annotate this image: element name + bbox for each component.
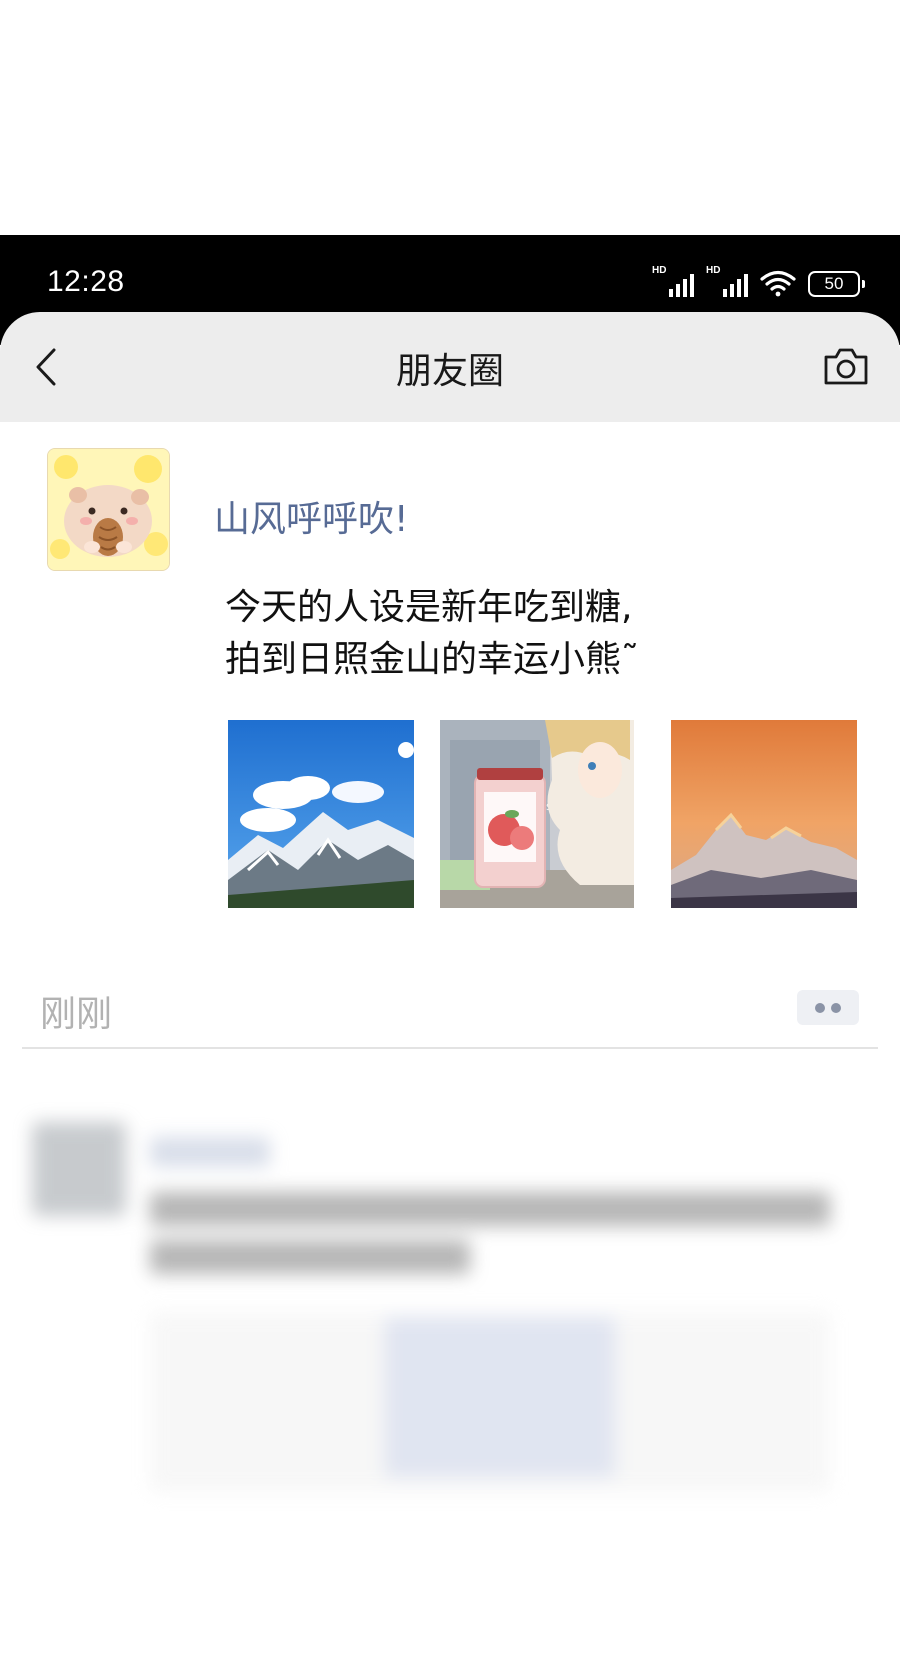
post-divider bbox=[22, 1047, 878, 1049]
post-text-line: 今天的人设是新年吃到糖, bbox=[225, 587, 633, 628]
hd-label: HD bbox=[706, 265, 721, 276]
top-blank-area bbox=[0, 0, 900, 235]
battery-icon: 50 bbox=[808, 271, 865, 297]
signal-icon: HD bbox=[652, 265, 694, 297]
hd-label: HD bbox=[652, 265, 667, 276]
post-text-line: 拍到日照金山的幸运小熊˜ bbox=[225, 639, 640, 680]
wifi-icon bbox=[760, 270, 796, 297]
signal-icon: HD bbox=[706, 265, 748, 297]
blurred-next-post bbox=[0, 1062, 900, 1665]
photo-grid: XS COFFEE bbox=[228, 720, 858, 908]
battery-level: 50 bbox=[824, 274, 844, 293]
snowy-mountain-blue-sky-photo[interactable] bbox=[228, 720, 414, 908]
post-text: 今天的人设是新年吃到糖, 拍到日照金山的幸运小熊˜ bbox=[225, 582, 639, 686]
page-title: 朋友圈 bbox=[395, 351, 504, 392]
status-time: 12:28 bbox=[47, 265, 125, 298]
post-timestamp: 刚刚 bbox=[40, 994, 113, 1035]
more-dots-icon[interactable] bbox=[797, 990, 859, 1025]
jam-jar-anime-boy-photo[interactable]: XS COFFEE bbox=[440, 720, 634, 908]
status-icons: HD HD 50 bbox=[652, 265, 865, 297]
camera-icon[interactable] bbox=[822, 342, 870, 390]
nav-bar: 朋友圈 bbox=[0, 312, 900, 422]
author-name[interactable]: 山风呼呼吹! bbox=[214, 490, 408, 542]
avatar[interactable] bbox=[47, 448, 170, 571]
sunset-golden-mountain-photo[interactable] bbox=[671, 720, 857, 908]
moments-feed: 山风呼呼吹! 今天的人设是新年吃到糖, 拍到日照金山的幸运小熊˜ 刚刚 bbox=[0, 422, 900, 1665]
